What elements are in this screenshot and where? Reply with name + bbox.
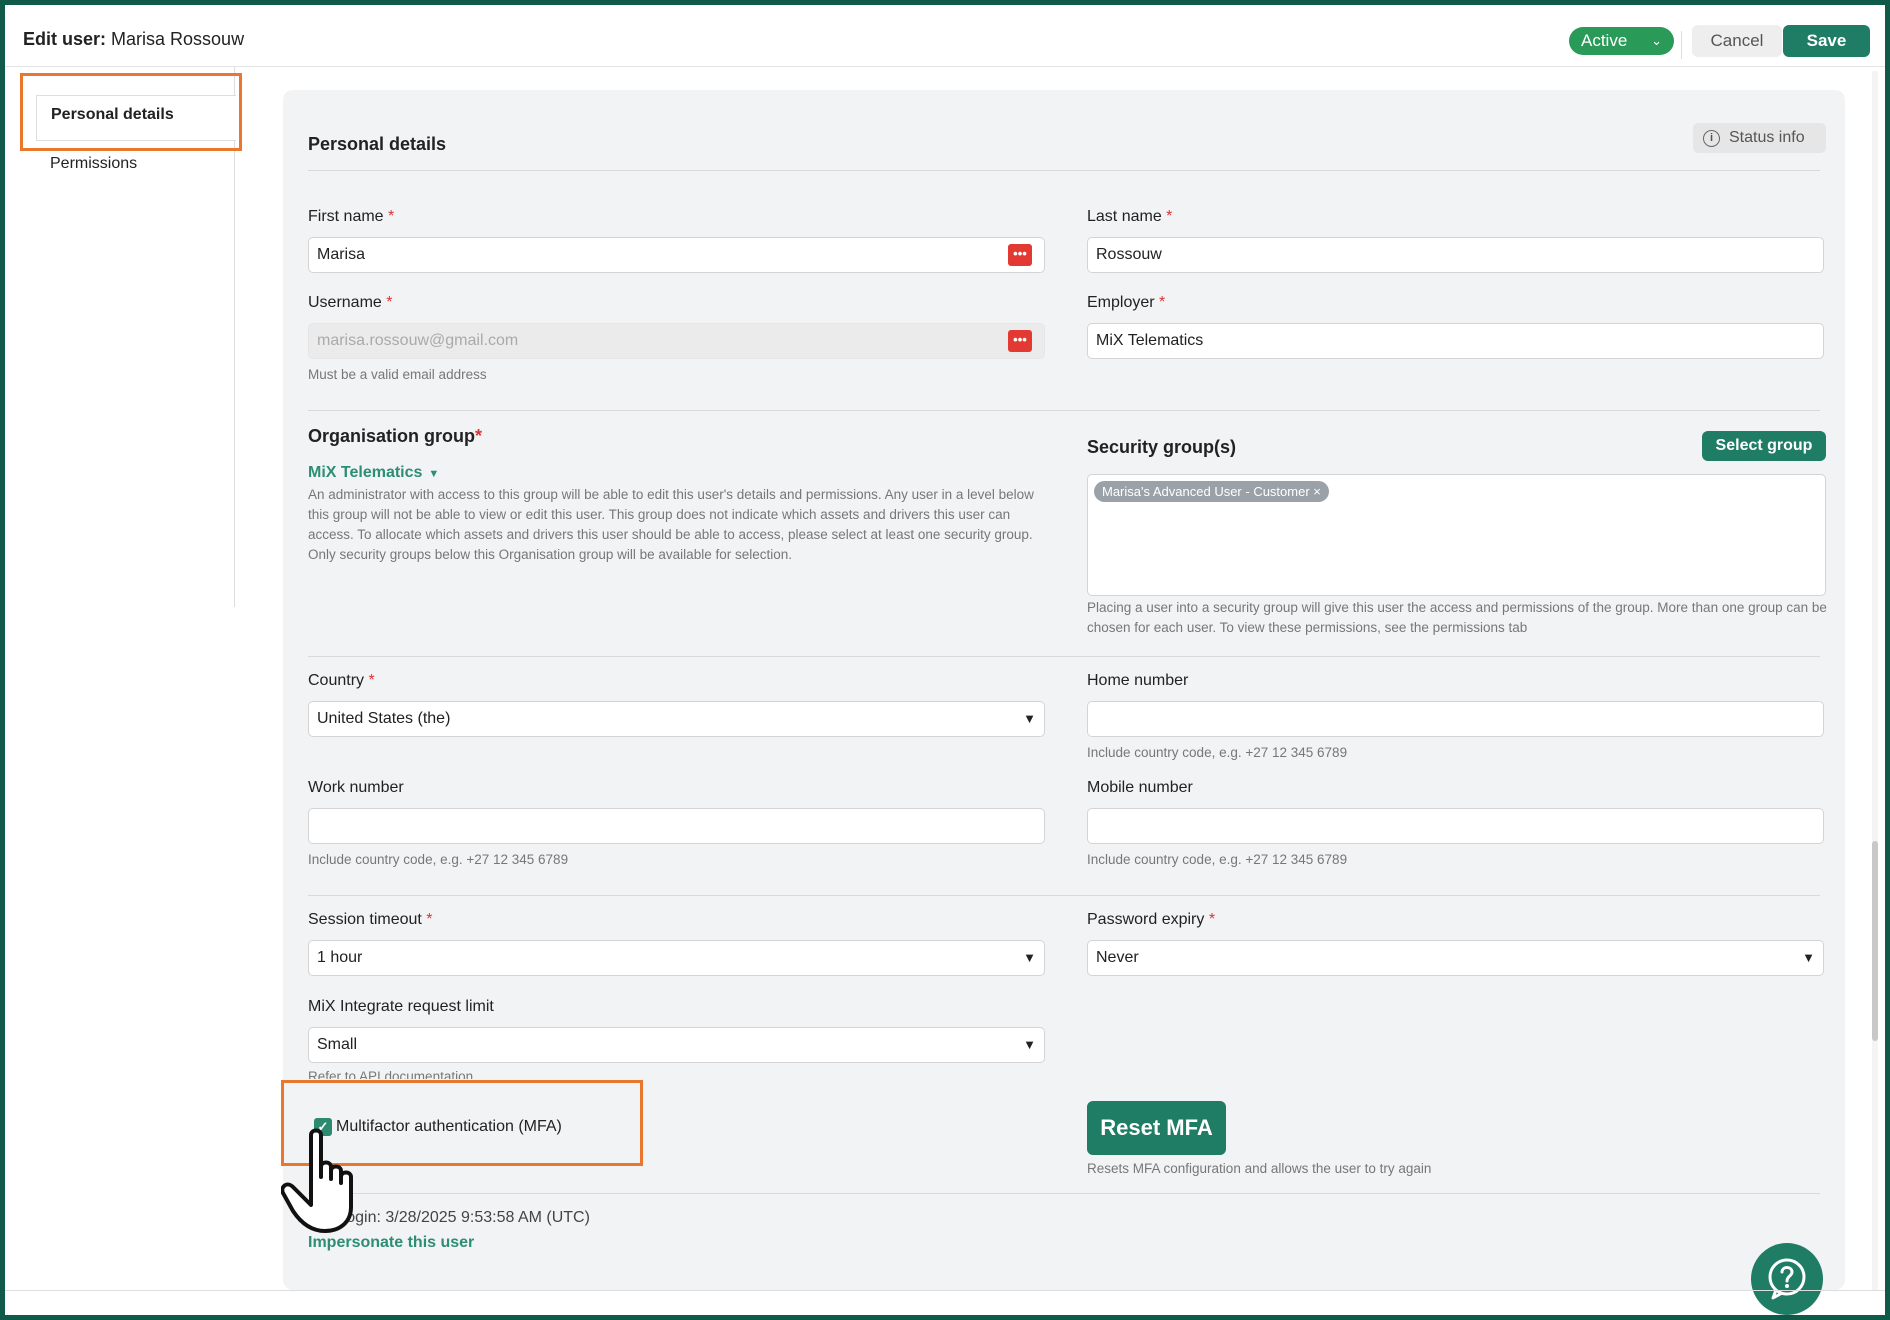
select-group-button[interactable]: Select group bbox=[1702, 431, 1826, 461]
required-mark: * bbox=[1159, 294, 1166, 311]
first-name-label-text: First name bbox=[308, 208, 384, 225]
username-help: Must be a valid email address bbox=[308, 367, 487, 382]
last-name-value: Rossouw bbox=[1096, 246, 1162, 263]
work-number-help: Include country code, e.g. +27 12 345 67… bbox=[308, 852, 569, 867]
divider bbox=[308, 410, 1820, 411]
password-expiry-label-text: Password expiry bbox=[1087, 911, 1205, 928]
required-mark: * bbox=[368, 672, 375, 689]
home-number-label: Home number bbox=[1087, 672, 1189, 689]
country-label-text: Country bbox=[308, 672, 365, 689]
home-number-input[interactable] bbox=[1087, 701, 1824, 737]
info-icon: i bbox=[1703, 130, 1720, 147]
employer-label: Employer * bbox=[1087, 294, 1165, 312]
session-timeout-select[interactable]: 1 hour ▼ bbox=[308, 940, 1045, 976]
required-mark: * bbox=[1166, 208, 1173, 225]
request-limit-help: Refer to API documentation bbox=[308, 1069, 474, 1079]
last-name-input[interactable]: Rossouw bbox=[1087, 237, 1824, 273]
country-value: United States (the) bbox=[317, 710, 451, 727]
required-mark: * bbox=[426, 911, 433, 928]
employer-value: MiX Telematics bbox=[1096, 332, 1204, 349]
org-group-help: An administrator with access to this gro… bbox=[308, 487, 1034, 562]
username-label-text: Username bbox=[308, 294, 382, 311]
last-name-label-text: Last name bbox=[1087, 208, 1162, 225]
security-groups-help: Placing a user into a security group wil… bbox=[1087, 600, 1827, 635]
work-number-label: Work number bbox=[308, 779, 404, 796]
page-title: Edit user: Marisa Rossouw bbox=[23, 29, 244, 50]
title-user-name: Marisa Rossouw bbox=[111, 29, 245, 49]
username-value: marisa.rossouw@gmail.com bbox=[317, 332, 519, 349]
country-select[interactable]: United States (the) ▼ bbox=[308, 701, 1045, 737]
cancel-button[interactable]: Cancel bbox=[1692, 25, 1782, 57]
divider bbox=[308, 656, 1820, 657]
caret-down-icon: ▼ bbox=[1023, 1037, 1036, 1052]
first-name-input[interactable]: Marisa ••• bbox=[308, 237, 1045, 273]
app-window: Edit user: Marisa Rossouw Active ⌄ Cance… bbox=[5, 5, 1885, 1315]
caret-down-icon: ▼ bbox=[1802, 950, 1815, 965]
title-prefix: Edit user: bbox=[23, 29, 107, 49]
password-expiry-select[interactable]: Never ▼ bbox=[1087, 940, 1824, 976]
caret-down-icon: ▼ bbox=[428, 468, 440, 480]
save-button[interactable]: Save bbox=[1783, 25, 1870, 57]
org-group-label-text: Organisation group bbox=[308, 426, 476, 446]
password-manager-icon[interactable]: ••• bbox=[1008, 244, 1032, 266]
highlight-box-personal-details bbox=[20, 73, 242, 151]
session-timeout-label-text: Session timeout bbox=[308, 911, 422, 928]
password-expiry-value: Never bbox=[1096, 949, 1139, 966]
mobile-number-input[interactable] bbox=[1087, 808, 1824, 844]
org-group-dropdown[interactable]: MiX Telematics ▼ bbox=[308, 464, 439, 482]
username-input: marisa.rossouw@gmail.com ••• bbox=[308, 323, 1045, 359]
reset-mfa-button[interactable]: Reset MFA bbox=[1087, 1101, 1226, 1155]
remove-tag-icon[interactable]: × bbox=[1313, 484, 1321, 499]
status-info-button[interactable]: i Status info bbox=[1693, 123, 1826, 153]
mobile-number-help: Include country code, e.g. +27 12 345 67… bbox=[1087, 852, 1348, 867]
security-groups-box[interactable]: Marisa's Advanced User - Customer × bbox=[1087, 474, 1826, 596]
employer-label-text: Employer bbox=[1087, 294, 1155, 311]
country-label: Country * bbox=[308, 672, 375, 690]
employer-input[interactable]: MiX Telematics bbox=[1087, 323, 1824, 359]
request-limit-label: MiX Integrate request limit bbox=[308, 998, 494, 1015]
status-label: Active bbox=[1581, 31, 1628, 50]
session-timeout-label: Session timeout * bbox=[308, 911, 433, 929]
required-mark: * bbox=[386, 294, 393, 311]
header-bar: Edit user: Marisa Rossouw Active ⌄ Cance… bbox=[5, 5, 1885, 67]
mobile-number-label: Mobile number bbox=[1087, 779, 1193, 796]
chevron-down-icon: ⌄ bbox=[1651, 33, 1662, 48]
username-label: Username * bbox=[308, 294, 393, 312]
divider bbox=[308, 170, 1820, 171]
caret-down-icon: ▼ bbox=[1023, 950, 1036, 965]
status-dropdown[interactable]: Active ⌄ bbox=[1569, 27, 1674, 55]
request-limit-value: Small bbox=[317, 1036, 358, 1053]
password-expiry-label: Password expiry * bbox=[1087, 911, 1215, 929]
org-group-label: Organisation group* bbox=[308, 426, 482, 447]
scrollbar-thumb[interactable] bbox=[1872, 841, 1878, 1041]
security-groups-label: Security group(s) bbox=[1087, 437, 1237, 457]
section-title: Personal details bbox=[308, 134, 447, 154]
required-mark: * bbox=[475, 426, 483, 446]
first-name-label: First name * bbox=[308, 208, 394, 226]
request-limit-select[interactable]: Small ▼ bbox=[308, 1027, 1045, 1063]
divider bbox=[308, 1193, 1820, 1194]
org-group-value: MiX Telematics bbox=[308, 464, 423, 481]
password-manager-icon[interactable]: ••• bbox=[1008, 330, 1032, 352]
first-name-value: Marisa bbox=[317, 246, 366, 263]
help-button[interactable] bbox=[1751, 1243, 1823, 1315]
security-group-tag-label: Marisa's Advanced User - Customer bbox=[1102, 484, 1310, 499]
footer-divider bbox=[5, 1290, 1885, 1291]
caret-down-icon: ▼ bbox=[1023, 711, 1036, 726]
required-mark: * bbox=[388, 208, 395, 225]
security-group-tag[interactable]: Marisa's Advanced User - Customer × bbox=[1094, 481, 1329, 502]
help-chat-icon bbox=[1768, 1258, 1806, 1300]
session-timeout-value: 1 hour bbox=[317, 949, 363, 966]
reset-mfa-help: Resets MFA configuration and allows the … bbox=[1087, 1161, 1432, 1176]
hand-pointer-icon bbox=[281, 1128, 353, 1233]
work-number-input[interactable] bbox=[308, 808, 1045, 844]
home-number-help: Include country code, e.g. +27 12 345 67… bbox=[1087, 745, 1348, 760]
header-divider bbox=[1681, 31, 1682, 59]
last-name-label: Last name * bbox=[1087, 208, 1172, 226]
required-mark: * bbox=[1208, 911, 1216, 928]
divider bbox=[308, 895, 1820, 896]
status-info-label: Status info bbox=[1729, 129, 1805, 146]
scrollbar[interactable] bbox=[1872, 71, 1878, 1291]
